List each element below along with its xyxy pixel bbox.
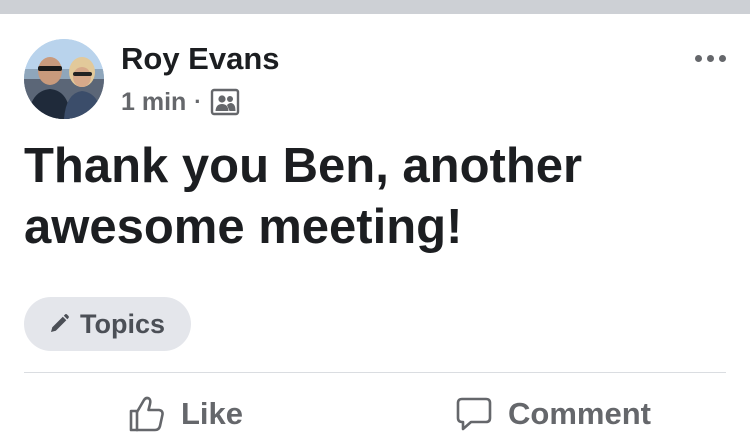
comment-button[interactable]: Comment	[454, 390, 651, 438]
comment-label: Comment	[508, 396, 651, 431]
post-meta: 1 min ·	[121, 86, 240, 118]
avatar[interactable]	[24, 39, 104, 119]
thumbs-up-icon	[129, 396, 164, 432]
topics-label: Topics	[80, 309, 166, 339]
post-timestamp[interactable]: 1 min	[121, 86, 186, 118]
speech-bubble-icon	[456, 397, 492, 431]
topics-button[interactable]: Topics	[24, 297, 192, 351]
meta-separator: ·	[194, 89, 202, 114]
actions-divider	[24, 372, 726, 373]
like-button[interactable]: Like	[127, 390, 243, 438]
avatar-photo	[24, 39, 104, 119]
pencil-icon	[51, 314, 69, 332]
more-options-button[interactable]	[688, 44, 732, 72]
like-label: Like	[181, 396, 244, 431]
ellipsis-icon	[694, 54, 702, 62]
ellipsis-icon-dot	[718, 54, 726, 62]
post-text: Thank you Ben, another awesome meeting!	[24, 139, 583, 254]
group-audience-icon[interactable]	[210, 87, 240, 117]
top-separator-bar	[0, 0, 750, 14]
ellipsis-icon-dot	[706, 54, 714, 62]
author-name[interactable]: Roy Evans	[121, 40, 280, 78]
